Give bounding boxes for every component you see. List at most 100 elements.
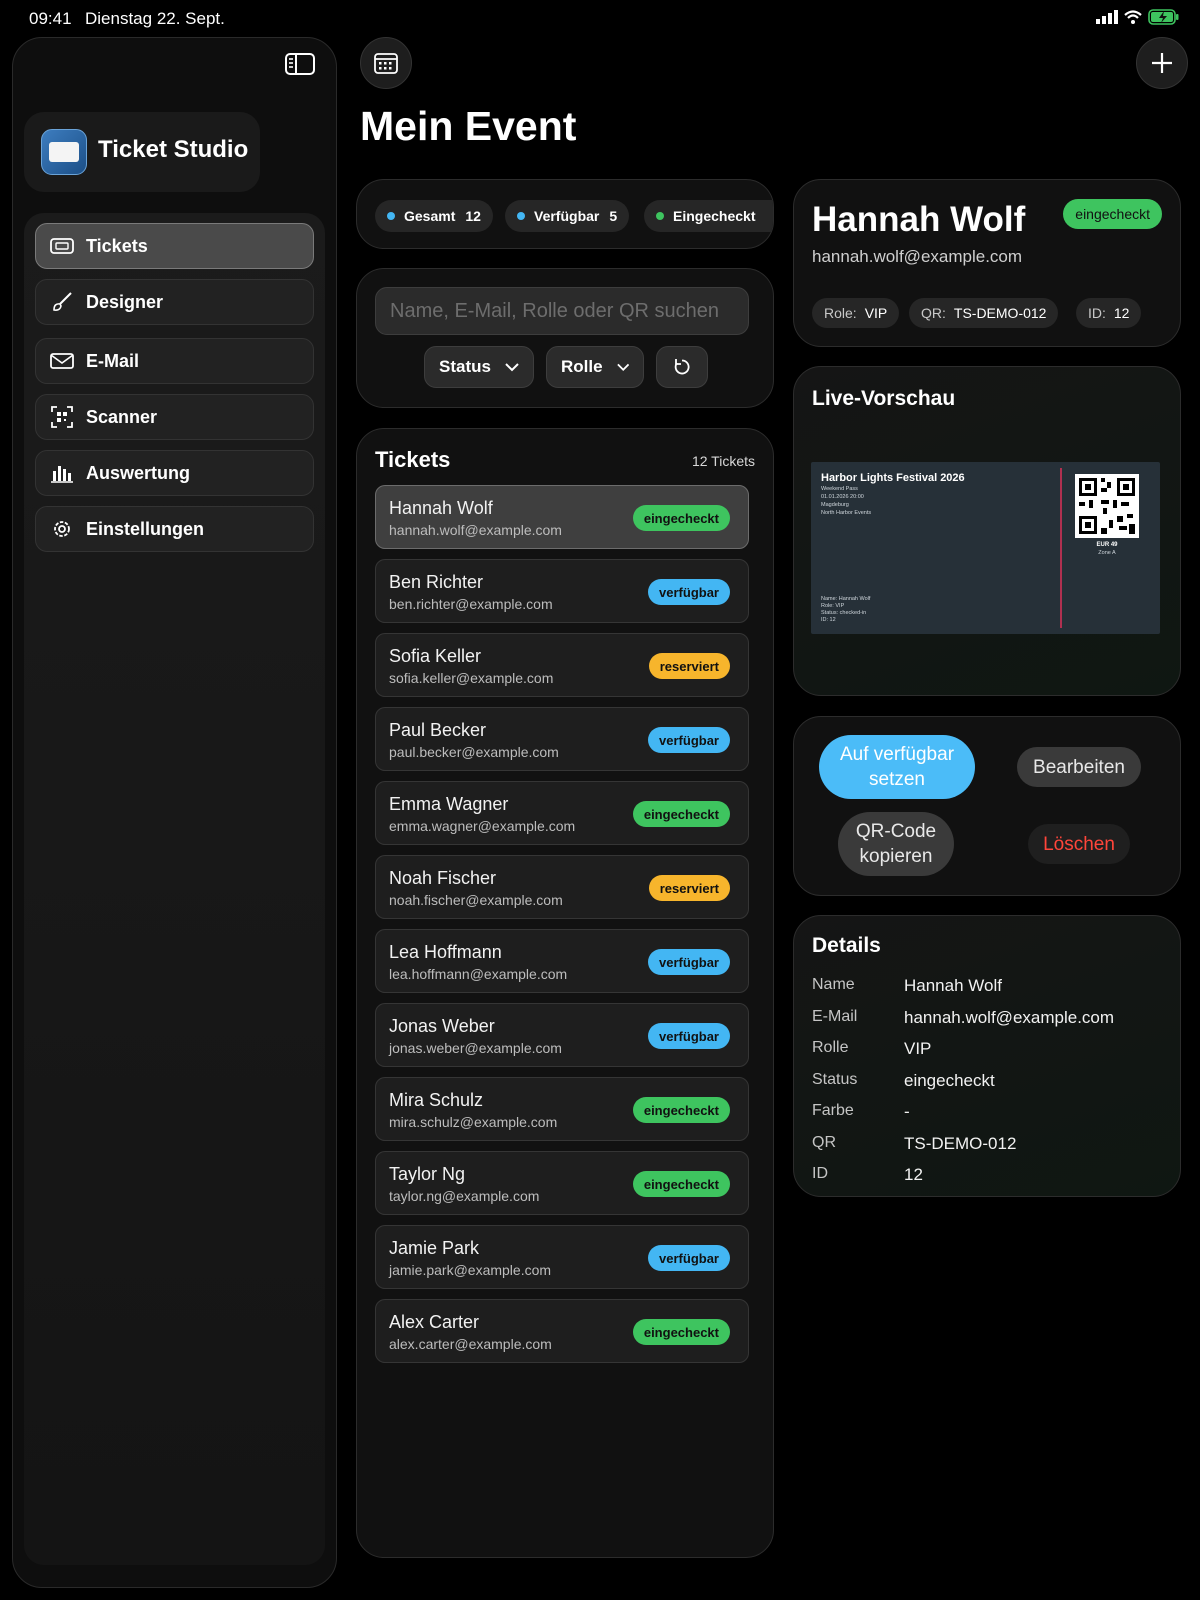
stat-value: 5 [609,208,618,224]
sidebar-item-einstellungen[interactable]: Einstellungen [35,506,314,552]
ticket-name: Noah Fischer [389,868,497,888]
status-filter-dropdown[interactable]: Status [424,346,534,388]
edit-button[interactable]: Bearbeiten [1017,747,1141,787]
stat-label: Verfügbar [534,208,600,224]
status-badge: eingecheckt [632,505,730,531]
ticket-email: jonas.weber@example.com [389,1040,562,1056]
ticket-attendee-id: ID: 12 [821,617,836,623]
detail-value: TS-DEMO-012 [904,1133,1017,1153]
stat-value: 12 [465,208,481,224]
role-filter-dropdown[interactable]: Rolle [546,346,644,388]
status-badge: eingecheckt [632,1171,730,1197]
ticket-row[interactable]: Jamie Park jamie.park@example.com verfügba… [375,1225,749,1289]
details-card: Details Name Hannah Wolf E-Mail hannah.wolf… [793,915,1181,1197]
ticket-row[interactable]: Lea Hoffmann lea.hoffmann@example.com verf… [375,929,749,993]
detail-value: hannah.wolf@example.com [904,1007,1115,1027]
ticket-row[interactable]: Taylor Ng taylor.ng@example.com eingecheck… [375,1151,749,1215]
sidebar-item-tickets[interactable]: Tickets [35,223,314,269]
ticket-email: alex.carter@example.com [389,1336,552,1352]
ticket-row[interactable]: Jonas Weber jonas.weber@example.com verfüg… [375,1003,749,1067]
role-pill: Role: VIP [812,298,900,328]
ticket-email: emma.wagner@example.com [389,818,576,834]
tickets-title: Tickets [375,447,451,472]
battery-charging-icon [1148,9,1179,25]
reset-filter-button[interactable] [656,346,708,388]
ticket-email: mira.schulz@example.com [389,1114,558,1130]
status-bar: 09:41 Dienstag 22. Sept. [0,0,1200,36]
ticket-email: noah.fischer@example.com [389,892,563,908]
ticket-row[interactable]: Hannah Wolf hannah.wolf@example.com eingec… [375,485,749,549]
ticket-email: lea.hoffmann@example.com [389,966,568,982]
ticket-organizer: North Harbor Events [821,510,872,516]
page-title: Mein Event [360,103,577,149]
status-badge: verfügbar [648,949,730,975]
stats-bar: Gesamt 12 Verfügbar 5 Eingecheckt [356,179,774,249]
copy-qr-button[interactable]: QR-Code kopieren [838,812,954,876]
selected-ticket-card: Hannah Wolf eingecheckt hannah.wolf@exam… [793,179,1181,347]
details-title: Details [812,934,881,957]
ticket-email: sofia.keller@example.com [389,670,554,686]
set-available-button[interactable]: Auf verfügbar setzen [819,735,975,799]
sidebar-item-label: E-Mail [86,350,140,371]
detail-value: eingecheckt [904,1070,995,1090]
status-dot [387,212,395,220]
ticket-attendee-role: Role: VIP [821,603,845,609]
status-dot [517,212,525,220]
sidebar-item-scanner[interactable]: Scanner [35,394,314,440]
status-badge: eingecheckt [1063,199,1162,229]
id-pill: ID: 12 [1076,298,1142,328]
search-input[interactable] [375,287,749,335]
app-name: Ticket Studio [98,136,249,163]
filter-panel: Status Rolle [356,268,774,408]
reset-icon [674,359,690,375]
ticket-row[interactable]: Sofia Keller sofia.keller@example.com rese… [375,633,749,697]
sidebar-toggle-button[interactable] [284,51,316,77]
detail-key: Farbe [812,1102,854,1119]
ticket-city: Magdeburg [821,502,849,508]
preview-title: Live-Vorschau [812,387,956,410]
clock: 09:41 [29,9,72,28]
selected-email: hannah.wolf@example.com [812,247,1023,266]
ticket-name: Sofia Keller [389,646,482,666]
calendar-button[interactable] [360,37,412,89]
ticket-pass: Weekend Pass [821,486,858,492]
qr-code-icon [1075,474,1139,538]
ticket-row[interactable]: Mira Schulz mira.schulz@example.com eingec… [375,1077,749,1141]
pill-key: ID: [1088,305,1106,321]
sidebar-item-designer[interactable]: Designer [35,279,314,325]
add-button[interactable] [1136,37,1188,89]
status-dot [656,212,664,220]
detail-key: E-Mail [812,1007,858,1025]
date: Dienstag 22. Sept. [85,9,225,28]
chevron-down-icon [505,362,519,371]
ticket-row[interactable]: Noah Fischer noah.fischer@example.com rese… [375,855,749,919]
app-brand: Ticket Studio [24,112,260,192]
gear-icon [54,521,70,537]
sidebar-item-auswertung[interactable]: Auswertung [35,450,314,496]
delete-button[interactable]: Löschen [1028,824,1130,864]
sidebar-item-email[interactable]: E-Mail [35,338,314,384]
ticket-name: Jamie Park [389,1238,480,1258]
dropdown-label: Rolle [561,357,603,376]
detail-value: VIP [904,1039,932,1058]
detail-key: QR [812,1133,836,1151]
ticket-preview[interactable]: Harbor Lights Festival 2026 Weekend Pass… [811,462,1160,634]
sidebar [12,37,337,1588]
selected-name: Hannah Wolf [812,200,1026,239]
qr-scan-icon [51,406,73,428]
stat-checked-in[interactable]: Eingecheckt [644,200,773,232]
stat-total[interactable]: Gesamt 12 [375,200,493,232]
ticket-divider [1060,468,1062,628]
actions-panel: Auf verfügbar setzen Bearbeiten QR-Code … [793,716,1181,896]
sidebar-item-label: Auswertung [86,462,191,483]
tickets-count: 12 Tickets [691,453,755,469]
ticket-row[interactable]: Ben Richter ben.richter@example.com verfüg… [375,559,749,623]
ticket-row[interactable]: Paul Becker paul.becker@example.com verfüg… [375,707,749,771]
ticket-row[interactable]: Alex Carter alex.carter@example.com eingec… [375,1299,749,1363]
status-badge: eingecheckt [632,801,730,827]
detail-value: Hannah Wolf [904,976,1002,995]
ticket-row[interactable]: Emma Wagner emma.wagner@example.com eingec… [375,781,749,845]
stat-available[interactable]: Verfügbar 5 [505,200,630,232]
detail-value: - [904,1102,910,1121]
detail-key: Status [812,1070,858,1088]
